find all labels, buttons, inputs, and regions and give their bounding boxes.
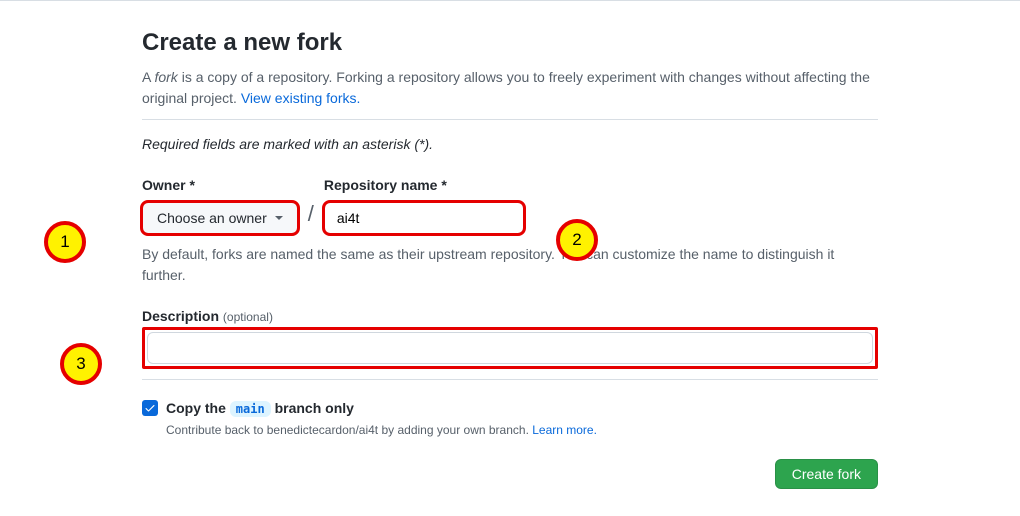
page-subtitle: A fork is a copy of a repository. Forkin…	[142, 67, 878, 109]
description-label-text: Description	[142, 308, 223, 324]
copy-branch-post: branch only	[271, 400, 354, 416]
annotation-badge-2: 2	[556, 219, 598, 261]
owner-dropdown-value: Choose an owner	[157, 208, 267, 229]
learn-more-link[interactable]: Learn more.	[532, 423, 597, 437]
slash-separator: /	[308, 197, 314, 234]
repo-name-label: Repository name *	[324, 175, 524, 196]
copy-branch-help: Contribute back to benedictecardon/ai4t …	[166, 421, 878, 439]
copy-branch-help-text: Contribute back to benedictecardon/ai4t …	[166, 423, 532, 437]
caret-down-icon	[275, 216, 283, 220]
check-icon	[144, 402, 156, 414]
subtitle-pre: A	[142, 69, 154, 85]
repo-name-help: By default, forks are named the same as …	[142, 244, 878, 286]
divider-2	[142, 379, 878, 380]
annotation-badge-1: 1	[44, 221, 86, 263]
view-existing-forks-link[interactable]: View existing forks.	[241, 90, 361, 106]
branch-name-pill: main	[230, 401, 271, 417]
copy-branch-checkbox[interactable]	[142, 400, 158, 416]
owner-dropdown[interactable]: Choose an owner	[142, 202, 298, 234]
copy-branch-pre: Copy the	[166, 400, 230, 416]
owner-label: Owner *	[142, 175, 298, 196]
description-label: Description (optional)	[142, 308, 273, 324]
annotation-badge-3: 3	[60, 343, 102, 385]
description-optional: (optional)	[223, 310, 273, 324]
required-fields-note: Required fields are marked with an aster…	[142, 134, 878, 155]
create-fork-button[interactable]: Create fork	[775, 459, 878, 489]
repo-name-input[interactable]	[324, 202, 524, 234]
subtitle-em: fork	[154, 69, 177, 85]
copy-branch-label: Copy the main branch only	[166, 400, 354, 416]
divider	[142, 119, 878, 120]
page-title: Create a new fork	[142, 25, 878, 61]
description-input[interactable]	[147, 332, 873, 364]
